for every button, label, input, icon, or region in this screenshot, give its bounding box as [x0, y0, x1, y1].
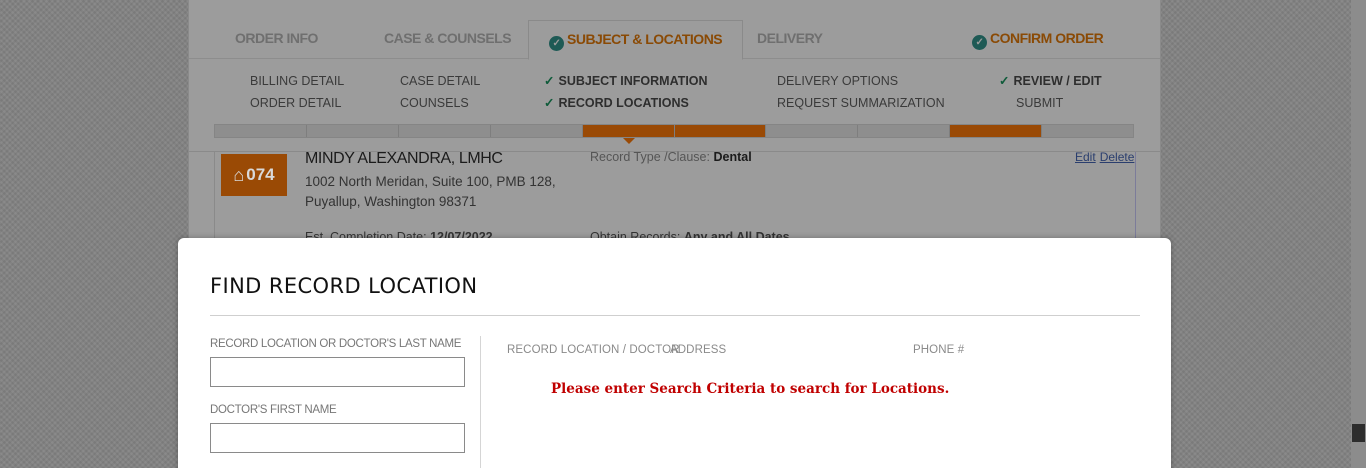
column-header-location: RECORD LOCATION / DOCTOR [507, 344, 680, 356]
wizard-tabs: ORDER INFO CASE & COUNSELS ✓ SUBJECT & LO… [189, 0, 1160, 60]
find-record-location-modal: FIND RECORD LOCATION RECORD LOCATION OR … [178, 238, 1171, 468]
checkmark-icon: ✓ [544, 96, 555, 110]
check-circle-icon: ✓ [972, 35, 987, 50]
subnav-delivery-options[interactable]: DELIVERY OPTIONS [777, 70, 945, 92]
subnav-group-case: CASE DETAIL COUNSELS [400, 70, 480, 114]
checkmark-icon: ✓ [999, 74, 1010, 88]
progress-segment [306, 125, 399, 137]
subnav-subject-information-row[interactable]: ✓ SUBJECT INFORMATION [544, 70, 708, 92]
tab-case-counsels[interactable]: CASE & COUNSELS [384, 30, 512, 46]
record-type: Record Type /Clause: Dental [590, 150, 752, 164]
last-name-input[interactable] [210, 357, 465, 387]
subnav-group-order: BILLING DETAIL ORDER DETAIL [250, 70, 344, 114]
progress-segment-active [582, 125, 675, 137]
subnav-request-summarization[interactable]: REQUEST SUMMARIZATION [777, 92, 945, 114]
progress-segment-active [674, 125, 767, 137]
record-type-label: Record Type /Clause: [590, 150, 710, 164]
address-line-2: Puyallup, Washington 98371 [305, 194, 477, 209]
card-actions: Edit Delete [1071, 150, 1134, 164]
tab-confirm-order-label: CONFIRM ORDER [990, 30, 1104, 46]
subnav-subject-information: SUBJECT INFORMATION [558, 74, 708, 88]
tab-subject-locations[interactable]: ✓ SUBJECT & LOCATIONS [528, 20, 744, 60]
progress-segment [1042, 125, 1134, 137]
edit-link[interactable]: Edit [1075, 150, 1096, 164]
location-name: MINDY ALEXANDRA, LMHC [305, 150, 503, 167]
progress-segment-active [950, 125, 1043, 137]
subnav-group-confirm: ✓ REVIEW / EDIT SUBMIT [999, 70, 1102, 114]
subnav-review-edit-row[interactable]: ✓ REVIEW / EDIT [999, 70, 1102, 92]
wizard-progress-bar [214, 124, 1134, 138]
delete-link[interactable]: Delete [1100, 150, 1135, 164]
scrollbar-thumb[interactable] [1352, 424, 1365, 442]
subnav-submit[interactable]: SUBMIT [999, 92, 1102, 114]
modal-column-divider [480, 336, 481, 468]
progress-segment [215, 125, 307, 137]
tab-subject-locations-label: SUBJECT & LOCATIONS [567, 31, 723, 47]
tab-delivery[interactable]: DELIVERY [757, 30, 823, 46]
progress-segment [398, 125, 491, 137]
record-location-card: ⌂ 074 MINDY ALEXANDRA, LMHC 1002 North M… [214, 150, 1136, 252]
subnav-counsels[interactable]: COUNSELS [400, 92, 480, 114]
first-name-label: DOCTOR'S FIRST NAME [210, 404, 337, 416]
tab-order-info[interactable]: ORDER INFO [235, 30, 318, 46]
progress-segment [858, 125, 951, 137]
subnav-record-locations: RECORD LOCATIONS [558, 96, 689, 110]
subnav-case-detail[interactable]: CASE DETAIL [400, 70, 480, 92]
record-type-value: Dental [713, 150, 752, 164]
address-line-1: 1002 North Meridan, Suite 100, PMB 128, [305, 174, 556, 189]
location-number: 074 [246, 165, 275, 184]
subnav-group-delivery: DELIVERY OPTIONS REQUEST SUMMARIZATION [777, 70, 945, 114]
first-name-input[interactable] [210, 423, 465, 453]
house-icon: ⌂ [233, 164, 245, 185]
location-number-badge: ⌂ 074 [221, 154, 287, 196]
subnav-record-locations-row[interactable]: ✓ RECORD LOCATIONS [544, 92, 708, 114]
progress-segment [490, 125, 583, 137]
column-header-address: ADDRESS [670, 344, 727, 356]
search-criteria-message: Please enter Search Criteria to search f… [551, 381, 950, 397]
subnav-review-edit: REVIEW / EDIT [1013, 74, 1102, 88]
last-name-label: RECORD LOCATION OR DOCTOR'S LAST NAME [210, 338, 462, 350]
subnav-order-detail[interactable]: ORDER DETAIL [250, 92, 344, 114]
subnav-group-subject: ✓ SUBJECT INFORMATION ✓ RECORD LOCATIONS [544, 70, 708, 114]
modal-divider [210, 315, 1140, 316]
page-scrollbar[interactable] [1351, 0, 1366, 468]
progress-caret-icon [623, 138, 635, 144]
tab-confirm-order[interactable]: ✓ CONFIRM ORDER [972, 30, 1104, 50]
progress-segment [766, 125, 859, 137]
check-circle-icon: ✓ [549, 36, 564, 51]
column-header-phone: PHONE # [913, 344, 965, 356]
subnav-billing-detail[interactable]: BILLING DETAIL [250, 70, 344, 92]
modal-title: FIND RECORD LOCATION [210, 274, 478, 298]
location-address: 1002 North Meridan, Suite 100, PMB 128, … [305, 172, 556, 212]
checkmark-icon: ✓ [544, 74, 555, 88]
